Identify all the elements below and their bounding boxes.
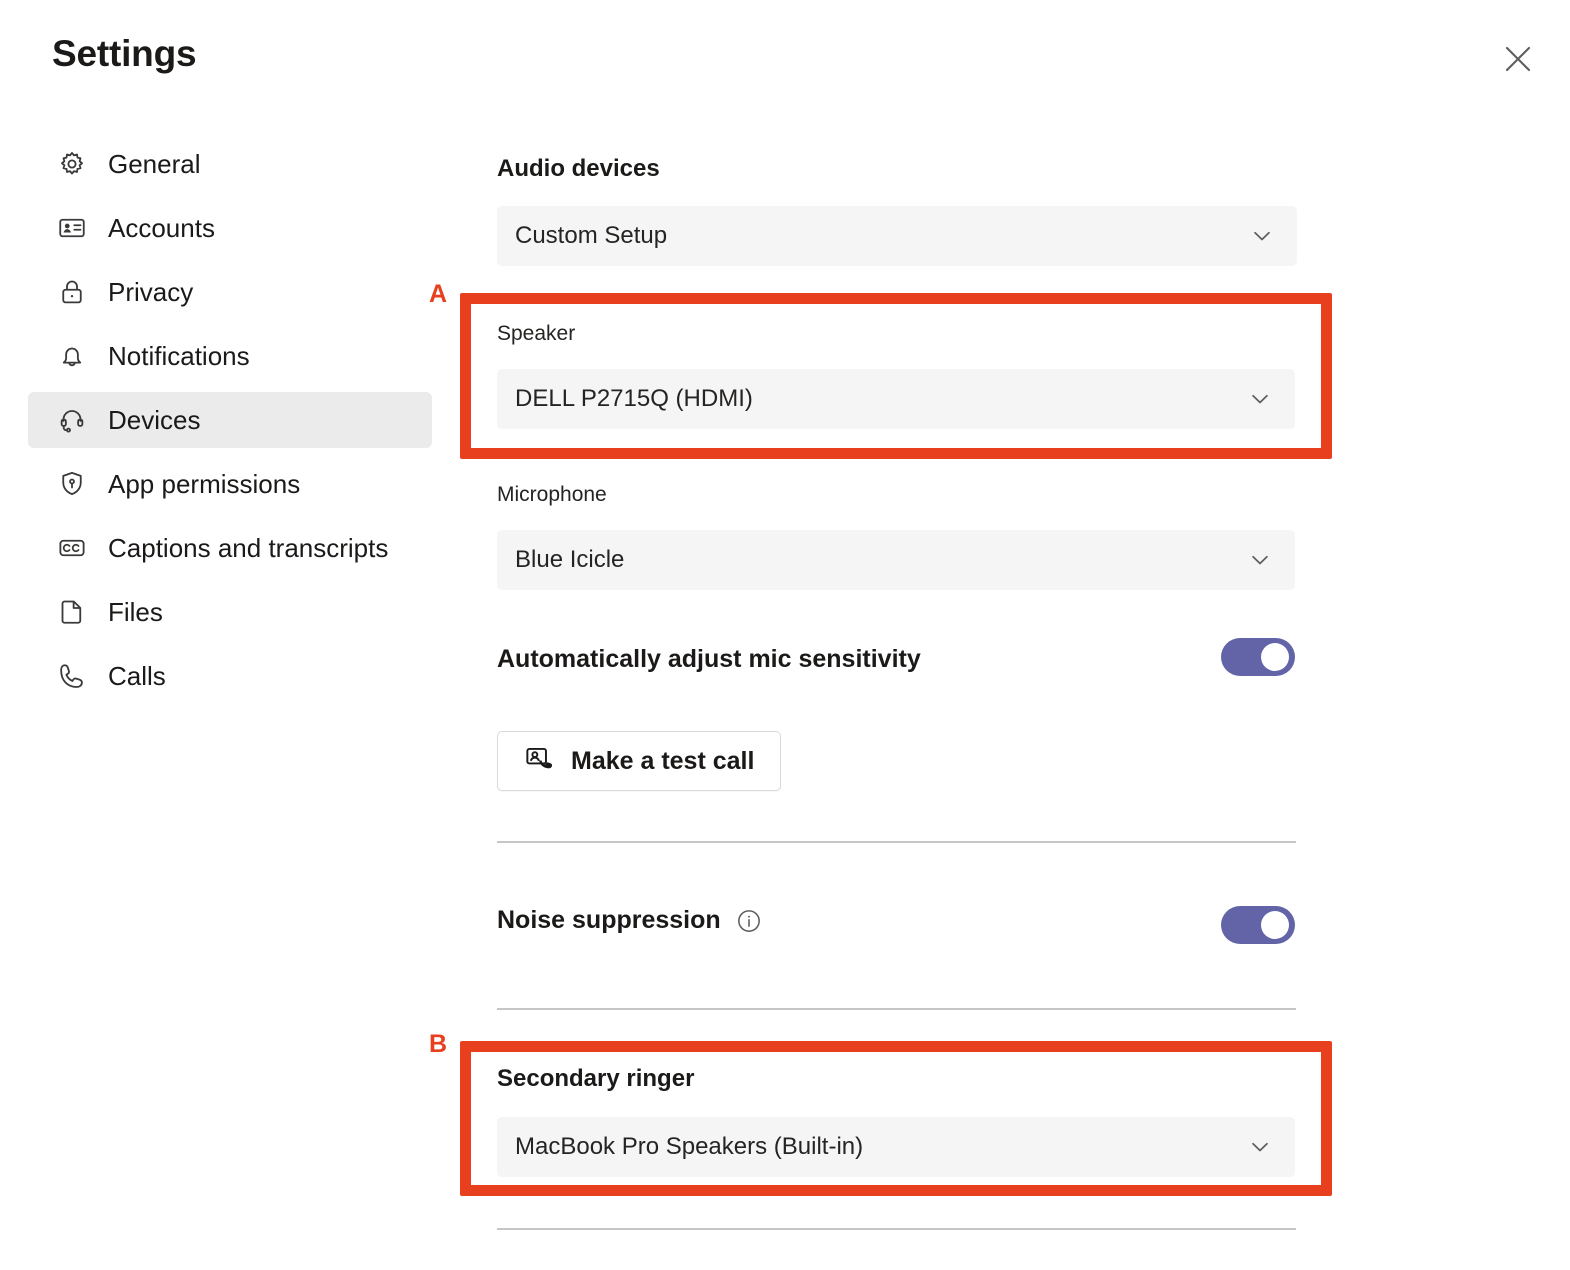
noise-suppression-text: Noise suppression — [497, 906, 721, 935]
toggle-knob — [1261, 911, 1289, 939]
make-test-call-label: Make a test call — [571, 747, 754, 776]
bell-icon — [56, 340, 88, 372]
sidebar-item-label: Accounts — [108, 213, 215, 244]
microphone-dropdown[interactable]: Blue Icicle — [497, 530, 1295, 590]
sidebar-item-accounts[interactable]: Accounts — [28, 200, 432, 256]
chevron-down-icon — [1247, 1134, 1273, 1160]
sidebar-item-captions-and-transcripts[interactable]: Captions and transcripts — [28, 520, 432, 576]
speaker-value: DELL P2715Q (HDMI) — [515, 385, 753, 413]
audio-devices-heading: Audio devices — [497, 155, 660, 183]
close-button[interactable] — [1494, 35, 1542, 83]
audio-devices-value: Custom Setup — [515, 222, 667, 250]
chevron-down-icon — [1247, 386, 1273, 412]
noise-suppression-toggle[interactable] — [1221, 906, 1295, 944]
file-icon — [56, 596, 88, 628]
divider-3 — [497, 1228, 1296, 1230]
speaker-label: Speaker — [497, 322, 575, 346]
microphone-value: Blue Icicle — [515, 546, 624, 574]
divider-2 — [497, 1008, 1296, 1010]
test-call-icon — [524, 743, 555, 779]
sidebar-item-label: General — [108, 149, 201, 180]
auto-mic-sensitivity-toggle[interactable] — [1221, 638, 1295, 676]
sidebar-item-label: Files — [108, 597, 163, 628]
sidebar-item-label: Devices — [108, 405, 200, 436]
contact-card-icon — [56, 212, 88, 244]
page-title: Settings — [52, 33, 196, 75]
gear-icon — [56, 148, 88, 180]
sidebar-item-label: App permissions — [108, 469, 300, 500]
sidebar-item-devices[interactable]: Devices — [28, 392, 432, 448]
chevron-down-icon — [1247, 547, 1273, 573]
phone-icon — [56, 660, 88, 692]
lock-icon — [56, 276, 88, 308]
sidebar-item-label: Notifications — [108, 341, 250, 372]
auto-mic-sensitivity-text: Automatically adjust mic sensitivity — [497, 645, 921, 674]
secondary-ringer-value: MacBook Pro Speakers (Built-in) — [515, 1133, 863, 1161]
audio-devices-dropdown[interactable]: Custom Setup — [497, 206, 1297, 266]
close-icon — [1503, 44, 1533, 74]
sidebar-item-app-permissions[interactable]: App permissions — [28, 456, 432, 512]
sidebar-item-label: Captions and transcripts — [108, 533, 388, 564]
closed-caption-icon — [56, 532, 88, 564]
annotation-letter-b: B — [429, 1030, 447, 1059]
speaker-dropdown[interactable]: DELL P2715Q (HDMI) — [497, 369, 1295, 429]
secondary-ringer-heading: Secondary ringer — [497, 1065, 694, 1093]
noise-suppression-label: Noise suppression — [497, 906, 763, 935]
chevron-down-icon — [1249, 223, 1275, 249]
settings-dialog: Settings General — [0, 0, 1570, 1270]
microphone-label: Microphone — [497, 483, 607, 507]
secondary-ringer-dropdown[interactable]: MacBook Pro Speakers (Built-in) — [497, 1117, 1295, 1177]
auto-mic-sensitivity-label: Automatically adjust mic sensitivity — [497, 645, 921, 674]
sidebar-item-label: Calls — [108, 661, 166, 692]
headset-icon — [56, 404, 88, 436]
toggle-knob — [1261, 643, 1289, 671]
sidebar-item-files[interactable]: Files — [28, 584, 432, 640]
settings-sidebar: General Accounts Privacy — [28, 136, 432, 712]
sidebar-item-calls[interactable]: Calls — [28, 648, 432, 704]
make-test-call-button[interactable]: Make a test call — [497, 731, 781, 791]
shield-key-icon — [56, 468, 88, 500]
sidebar-item-privacy[interactable]: Privacy — [28, 264, 432, 320]
sidebar-item-general[interactable]: General — [28, 136, 432, 192]
sidebar-item-notifications[interactable]: Notifications — [28, 328, 432, 384]
info-icon[interactable] — [735, 907, 763, 935]
sidebar-item-label: Privacy — [108, 277, 193, 308]
divider-1 — [497, 841, 1296, 843]
